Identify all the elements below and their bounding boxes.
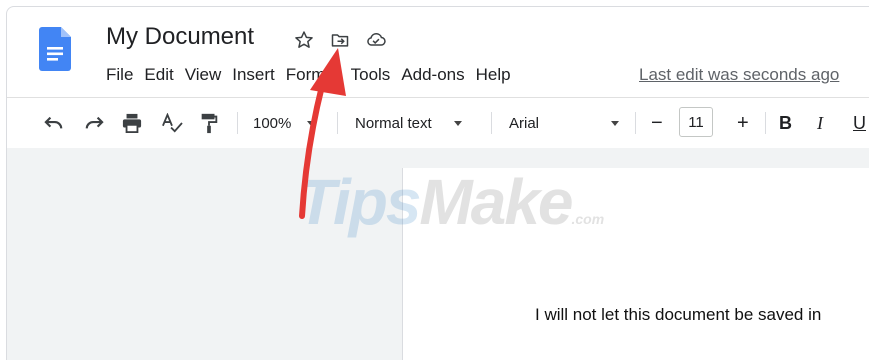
annotation-arrow (299, 48, 346, 219)
